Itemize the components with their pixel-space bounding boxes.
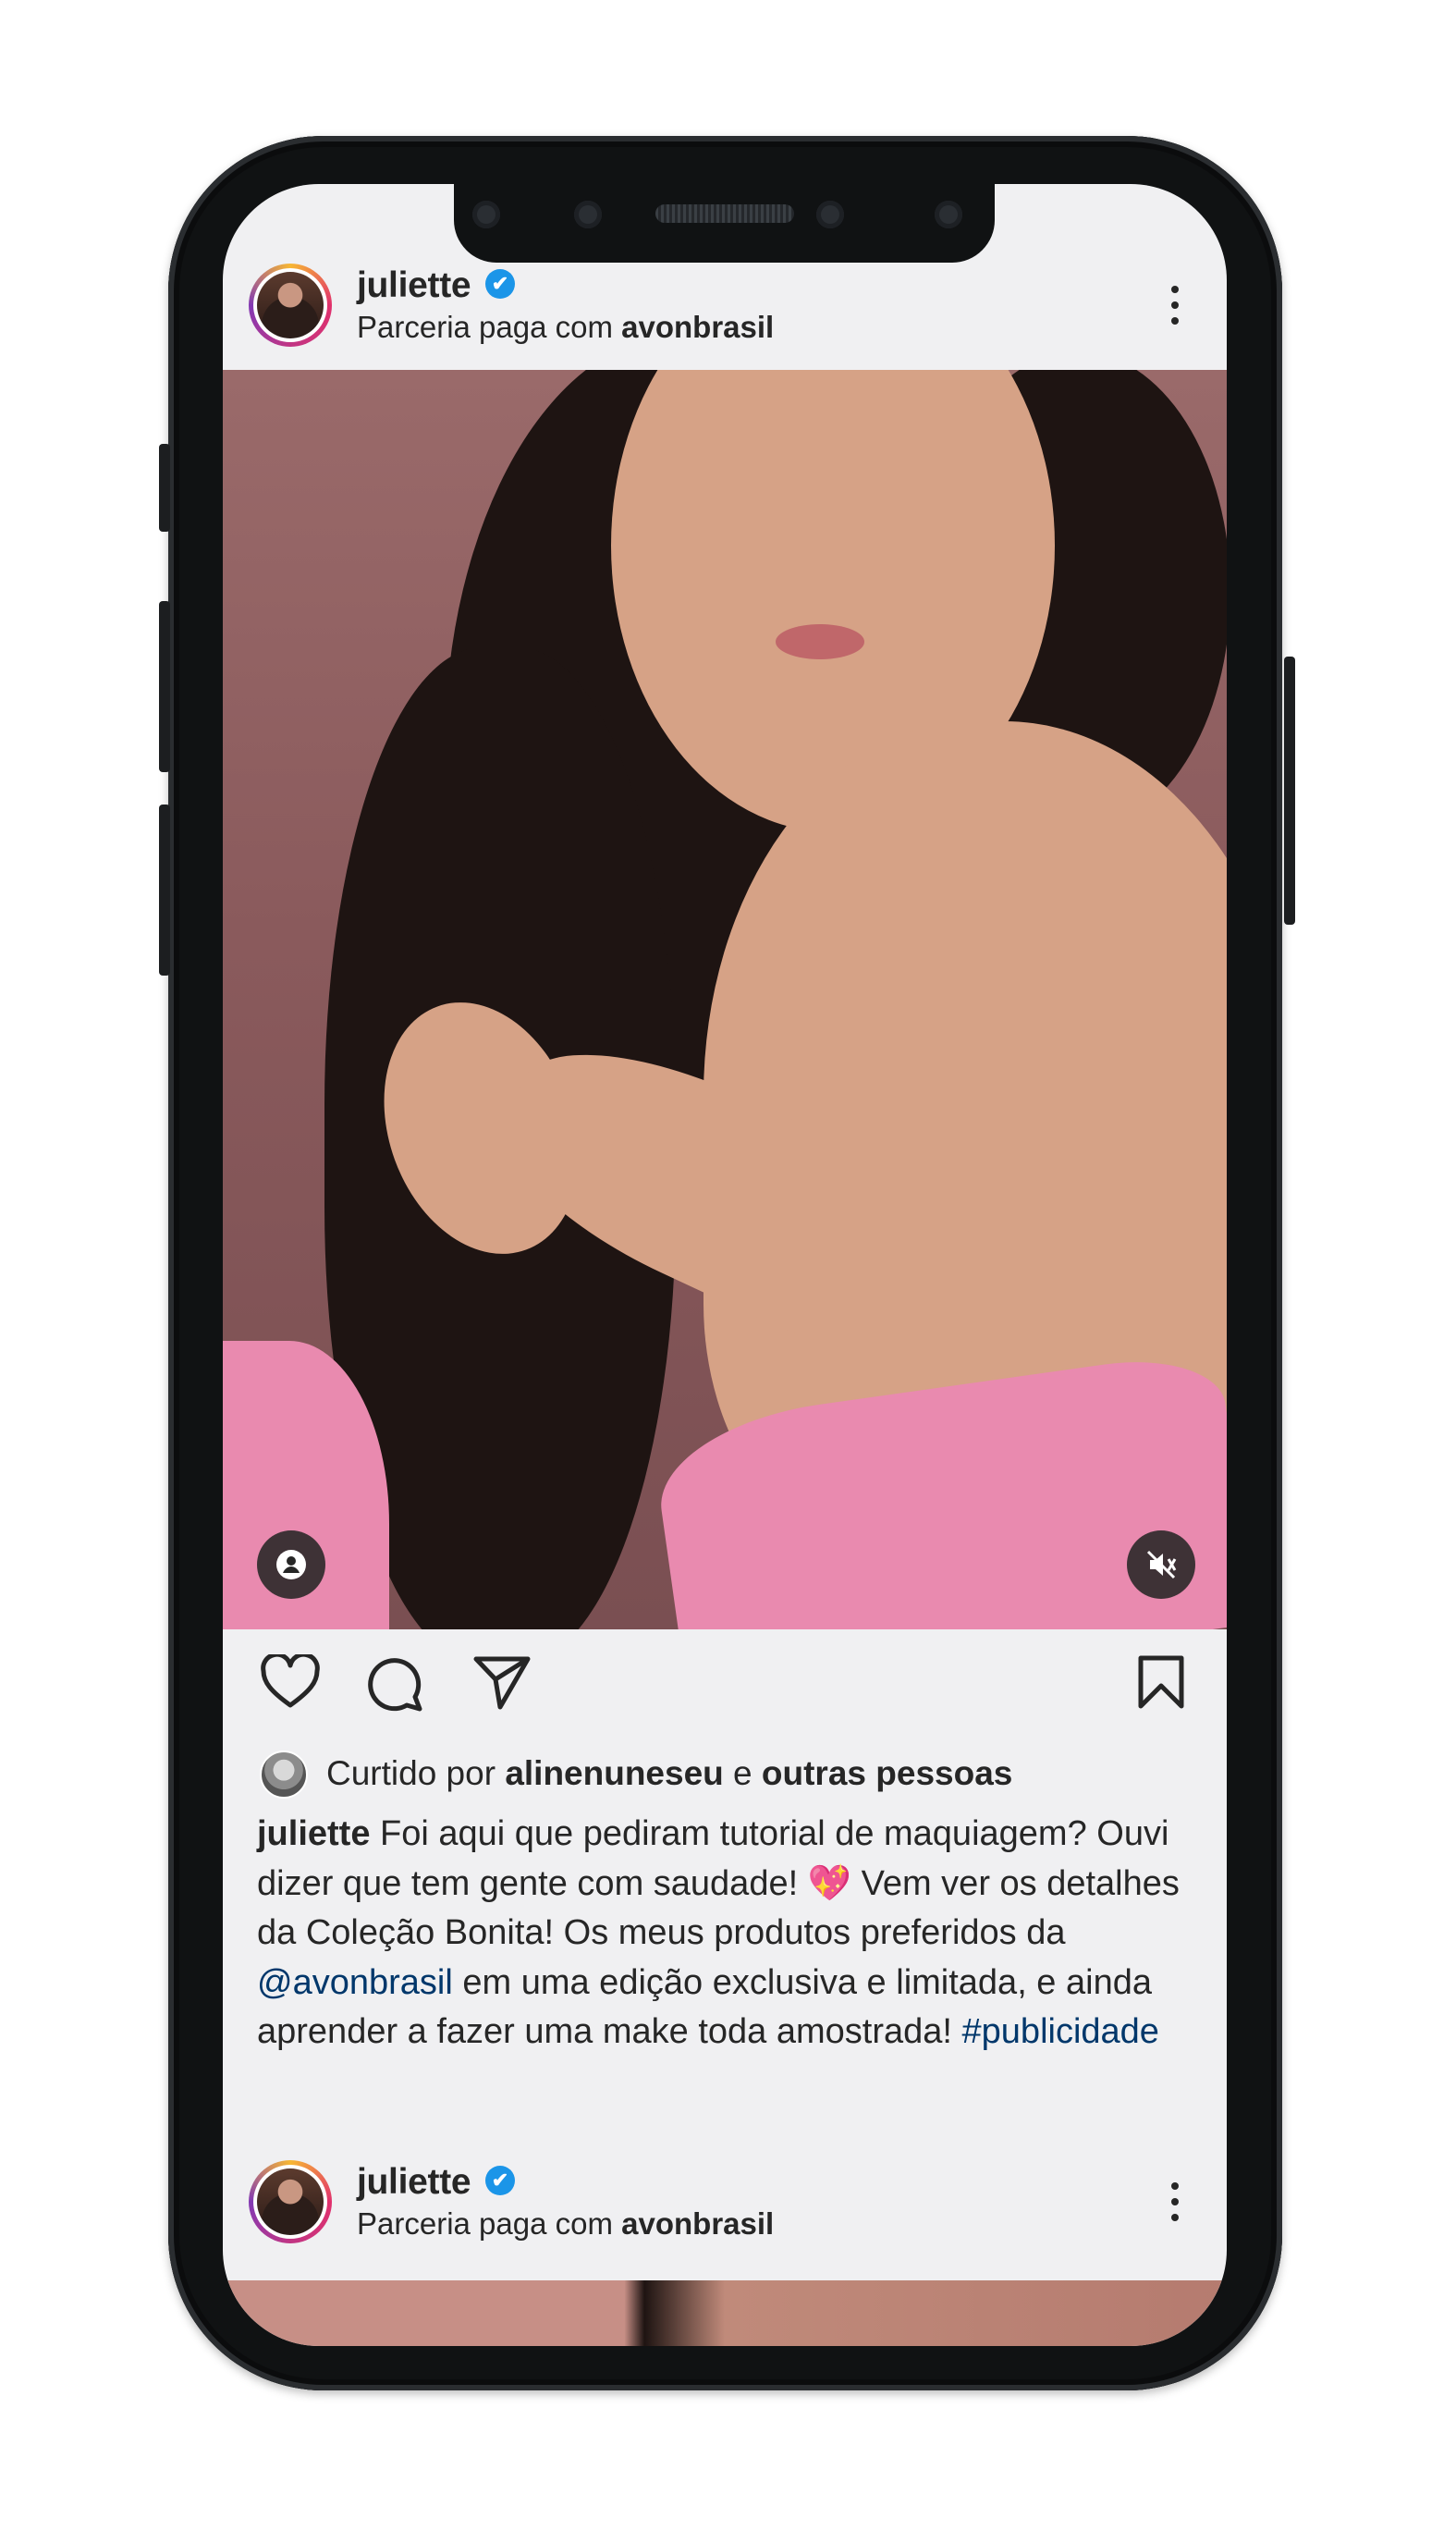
volume-button [159,444,170,532]
partner-name[interactable]: avonbrasil [621,310,774,344]
paid-partnership-label[interactable]: Parceria paga com avonbrasil [357,310,774,345]
volume-up-button [159,601,170,772]
speaker-grille [655,204,794,223]
camera-icon [816,201,844,228]
sound-off-icon[interactable] [1127,1530,1195,1599]
sensor-icon [935,201,962,228]
camera-icon [472,201,500,228]
caption-username[interactable]: juliette [257,1814,370,1853]
phone-notch [454,184,995,263]
avatar[interactable] [249,2160,332,2243]
post-caption: juliette Foi aqui que pediram tutorial d… [257,1814,1180,2051]
verified-badge-icon: ✔ [485,2166,515,2195]
heart-emoji: 💖 [807,1863,852,1903]
caption-mention[interactable]: @avonbrasil [257,1963,453,2002]
liked-by-user[interactable]: alinenuneseu [505,1754,723,1792]
share-icon[interactable] [472,1654,532,1716]
phone-screen: juliette ✔ Parceria paga com avonbrasil [223,184,1227,2346]
next-post-header: juliette ✔ Parceria paga com avonbrasil [223,2160,1227,2290]
post-header: juliette ✔ Parceria paga com avonbrasil [223,249,1227,378]
paid-partnership-label[interactable]: Parceria paga com avonbrasil [357,2206,774,2242]
avatar[interactable] [249,264,332,347]
bookmark-icon[interactable] [1135,1654,1187,1714]
liker-avatar [260,1751,308,1799]
post-actions [223,1652,1227,1728]
sensor-icon [574,201,602,228]
likes-prefix: Curtido por [326,1754,506,1792]
partnership-prefix: Parceria paga com [357,310,622,344]
verified-badge-icon: ✔ [485,269,515,299]
user-tag-icon[interactable] [257,1530,325,1599]
comment-icon[interactable] [364,1654,423,1716]
post-username[interactable]: juliette [357,2162,471,2203]
next-post-media[interactable] [223,2280,1227,2346]
post-video[interactable] [223,370,1227,1629]
caption-hashtag[interactable]: #publicidade [962,2012,1159,2051]
post-username[interactable]: juliette [357,265,471,306]
likes-others[interactable]: outras pessoas [762,1754,1012,1792]
more-options-icon[interactable] [1168,286,1181,330]
heart-icon[interactable] [260,1652,321,1714]
volume-down-button [159,805,170,976]
power-button [1284,657,1295,925]
more-options-icon[interactable] [1168,2182,1181,2227]
partner-name[interactable]: avonbrasil [621,2206,774,2241]
